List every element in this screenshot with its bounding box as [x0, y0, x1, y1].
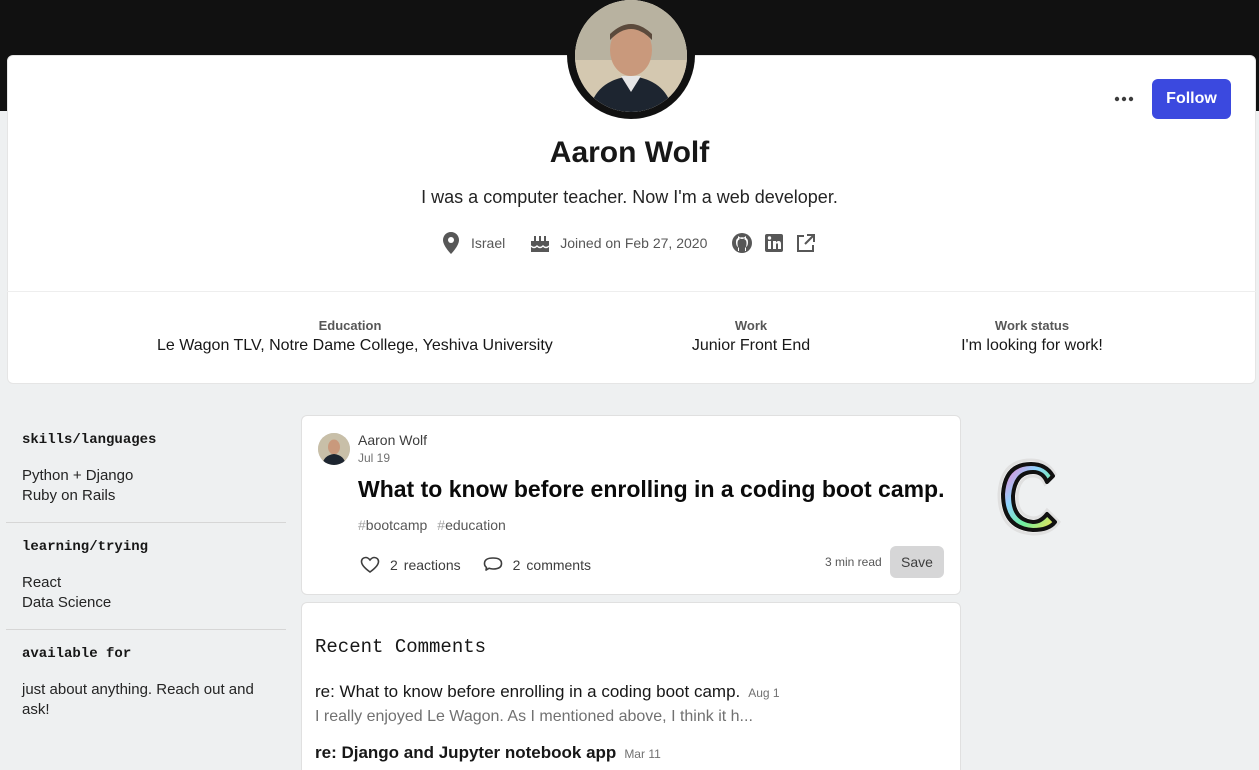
- reactions-count: 2: [390, 557, 398, 573]
- reactions-button[interactable]: 2 reactions: [352, 549, 469, 581]
- cake-icon: [530, 236, 550, 252]
- post-tag[interactable]: #education: [437, 517, 506, 533]
- codeland-badge[interactable]: [993, 452, 1073, 540]
- save-button[interactable]: Save: [890, 546, 944, 578]
- linkedin-icon: [765, 234, 784, 252]
- sidebar-line: Ruby on Rails: [22, 487, 116, 504]
- github-icon: [732, 233, 753, 253]
- post-author-name[interactable]: Aaron Wolf: [358, 432, 427, 448]
- sidebar-section-title: skills/languages: [22, 432, 157, 448]
- comment-item[interactable]: re: Django and Jupyter notebook app Mar 1…: [315, 743, 661, 763]
- profile-bio: I was a computer teacher. Now I'm a web …: [421, 187, 838, 207]
- location-text: Israel: [471, 235, 506, 251]
- comment-text[interactable]: re: Django and Jupyter notebook app: [315, 743, 616, 762]
- more-horizontal-icon: [1114, 96, 1134, 102]
- post-date: Jul 19: [358, 451, 391, 465]
- education-info: Education Le Wagon TLV, Notre Dame Colle…: [157, 318, 553, 355]
- sidebar-line: Data Science: [22, 594, 112, 611]
- profile-divider: [7, 291, 1256, 292]
- avatar: [575, 0, 687, 112]
- post-tag[interactable]: #bootcamp: [358, 517, 427, 533]
- comments-count: 2: [512, 557, 521, 573]
- profile-meta: Israel Joined on Feb 27, 2020: [441, 231, 817, 255]
- read-time: 3 min read: [825, 555, 882, 569]
- external-link-icon: [797, 234, 816, 252]
- post-card[interactable]: Aaron Wolf Jul 19 What to know before en…: [301, 415, 961, 595]
- sidebar-line: Python + Django: [22, 467, 134, 484]
- sidebar-line: just about anything. Reach out and ask!: [22, 681, 254, 718]
- post-tags: #bootcamp #education: [358, 517, 506, 533]
- external-link[interactable]: [795, 232, 817, 254]
- recent-comments-card: Recent Comments re: What to know before …: [301, 602, 961, 770]
- work-status-info: Work status I'm looking for work!: [950, 318, 1114, 355]
- work-status-value: I'm looking for work!: [961, 337, 1103, 354]
- sidebar-section-available: available for just about anything. Reach…: [6, 630, 286, 736]
- joined-text: Joined on Feb 27, 2020: [560, 235, 708, 251]
- sidebar-line: React: [22, 574, 62, 591]
- post-actions: 2 reactions 2 comments: [352, 549, 599, 581]
- sidebar-section-title: learning/trying: [22, 539, 149, 555]
- location-item: Israel: [441, 231, 505, 255]
- linkedin-link[interactable]: [763, 232, 785, 254]
- comments-button[interactable]: 2 comments: [475, 549, 599, 581]
- work-status-label: Work status: [994, 318, 1070, 333]
- post-author-avatar[interactable]: [318, 433, 350, 465]
- recent-comments-title: Recent Comments: [315, 636, 487, 658]
- sidebar-section-learning: learning/trying React Data Science: [6, 523, 286, 630]
- comment-date: Aug 1: [748, 686, 780, 700]
- work-value: Junior Front End: [691, 337, 811, 354]
- follow-button[interactable]: Follow: [1152, 79, 1231, 119]
- comments-label: comments: [526, 557, 591, 573]
- sidebar-section-title: available for: [22, 646, 132, 662]
- comment-snippet[interactable]: I really enjoyed Le Wagon. As I mentione…: [315, 708, 753, 726]
- profile-sidebar: skills/languages Python + Django Ruby on…: [6, 416, 286, 736]
- heart-icon: [360, 556, 380, 573]
- education-label: Education: [318, 318, 382, 333]
- location-pin-icon: [443, 232, 459, 254]
- profile-name: Aaron Wolf: [549, 136, 710, 169]
- sidebar-section-skills: skills/languages Python + Django Ruby on…: [6, 416, 286, 523]
- reactions-label: reactions: [403, 557, 461, 573]
- github-link[interactable]: [731, 232, 753, 254]
- comment-item[interactable]: re: What to know before enrolling in a c…: [315, 682, 780, 702]
- more-options-button[interactable]: [1105, 84, 1143, 114]
- comment-date: Mar 11: [624, 747, 661, 761]
- work-label: Work: [734, 318, 768, 333]
- work-info: Work Junior Front End: [672, 318, 830, 355]
- joined-item: Joined on Feb 27, 2020: [529, 232, 707, 254]
- comment-icon: [483, 557, 502, 571]
- education-value: Le Wagon TLV, Notre Dame College, Yeshiv…: [157, 337, 553, 354]
- comment-text[interactable]: re: What to know before enrolling in a c…: [315, 682, 740, 701]
- post-title[interactable]: What to know before enrolling in a codin…: [358, 476, 945, 503]
